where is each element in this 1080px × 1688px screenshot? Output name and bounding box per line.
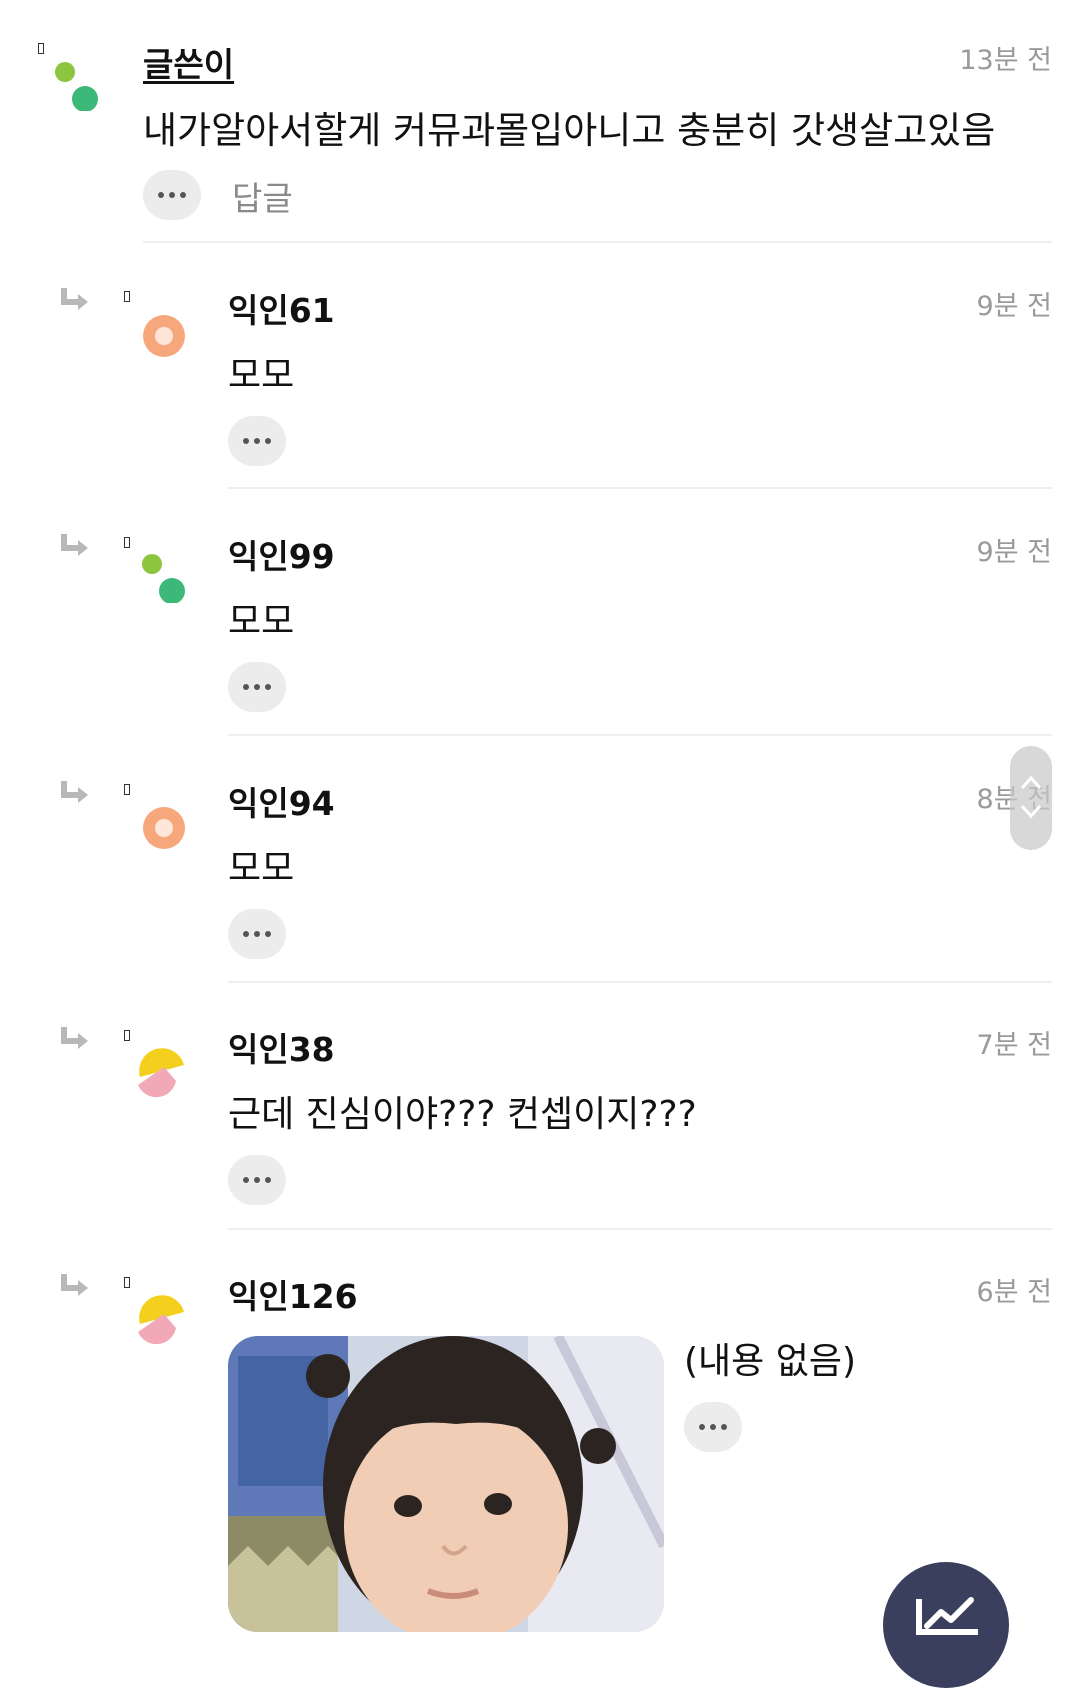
badge-icon xyxy=(38,43,44,54)
avatar xyxy=(138,1048,184,1098)
comment-text: 근데 진심이야??? 컨셉이지??? xyxy=(228,1094,697,1135)
author-name[interactable]: 익인38 xyxy=(228,1023,335,1071)
more-button[interactable] xyxy=(228,909,286,959)
chart-button[interactable] xyxy=(883,1562,1009,1688)
more-button[interactable] xyxy=(228,1155,286,1205)
divider xyxy=(228,487,1052,489)
reply-item: 익인94 8분 전 모모 xyxy=(0,739,1080,985)
author-name[interactable]: 익인126 xyxy=(228,1270,358,1318)
comment-text: 내가알아서할게 커뮤과몰입아니고 충분히 갓생살고있음 xyxy=(143,109,996,152)
comment-item: 글쓴이 13분 전 내가알아서할게 커뮤과몰입아니고 충분히 갓생살고있음 답글 xyxy=(0,0,1080,250)
comment-time: 9분 전 xyxy=(976,537,1052,568)
chart-trend-icon xyxy=(916,1597,978,1635)
badge-icon xyxy=(124,1030,130,1041)
reply-item: 익인99 9분 전 모모 xyxy=(0,492,1080,738)
reply-button[interactable]: 답글 xyxy=(232,172,293,220)
divider xyxy=(228,981,1052,983)
reply-arrow-icon xyxy=(61,1274,88,1296)
more-button[interactable] xyxy=(228,416,286,466)
divider xyxy=(143,241,1052,243)
more-button[interactable] xyxy=(143,170,201,220)
author-name[interactable]: 글쓴이 xyxy=(143,38,234,86)
reply-item: 익인61 9분 전 모모 xyxy=(0,246,1080,492)
badge-icon xyxy=(124,537,130,548)
comment-time: 13분 전 xyxy=(959,45,1052,76)
badge-icon xyxy=(124,291,130,302)
divider xyxy=(228,1228,1052,1230)
reply-arrow-icon xyxy=(61,288,88,310)
attached-photo[interactable] xyxy=(228,1336,664,1632)
author-name[interactable]: 익인99 xyxy=(228,530,335,578)
comment-text: (내용 없음) xyxy=(684,1341,857,1382)
comment-text: 모모 xyxy=(228,601,295,642)
comment-text: 모모 xyxy=(228,848,295,889)
more-button[interactable] xyxy=(228,662,286,712)
scroll-up-down-icon xyxy=(1020,775,1042,819)
avatar xyxy=(143,315,185,357)
comment-text: 모모 xyxy=(228,355,295,396)
more-button[interactable] xyxy=(684,1402,742,1452)
author-name[interactable]: 익인94 xyxy=(228,777,335,825)
comment-time: 9분 전 xyxy=(976,291,1052,322)
badge-icon xyxy=(124,784,130,795)
comment-time: 7분 전 xyxy=(976,1030,1052,1061)
badge-icon xyxy=(124,1277,130,1288)
avatar xyxy=(138,1295,184,1345)
author-name[interactable]: 익인61 xyxy=(228,284,335,332)
comment-time: 6분 전 xyxy=(976,1277,1052,1308)
reply-item: 익인38 7분 전 근데 진심이야??? 컨셉이지??? xyxy=(0,985,1080,1231)
avatar xyxy=(142,554,185,603)
avatar xyxy=(143,807,185,849)
avatar xyxy=(55,62,98,111)
divider xyxy=(228,734,1052,736)
reply-arrow-icon xyxy=(61,1027,88,1049)
reply-arrow-icon xyxy=(61,534,88,556)
scroll-handle[interactable] xyxy=(1010,746,1052,850)
reply-arrow-icon xyxy=(61,781,88,803)
